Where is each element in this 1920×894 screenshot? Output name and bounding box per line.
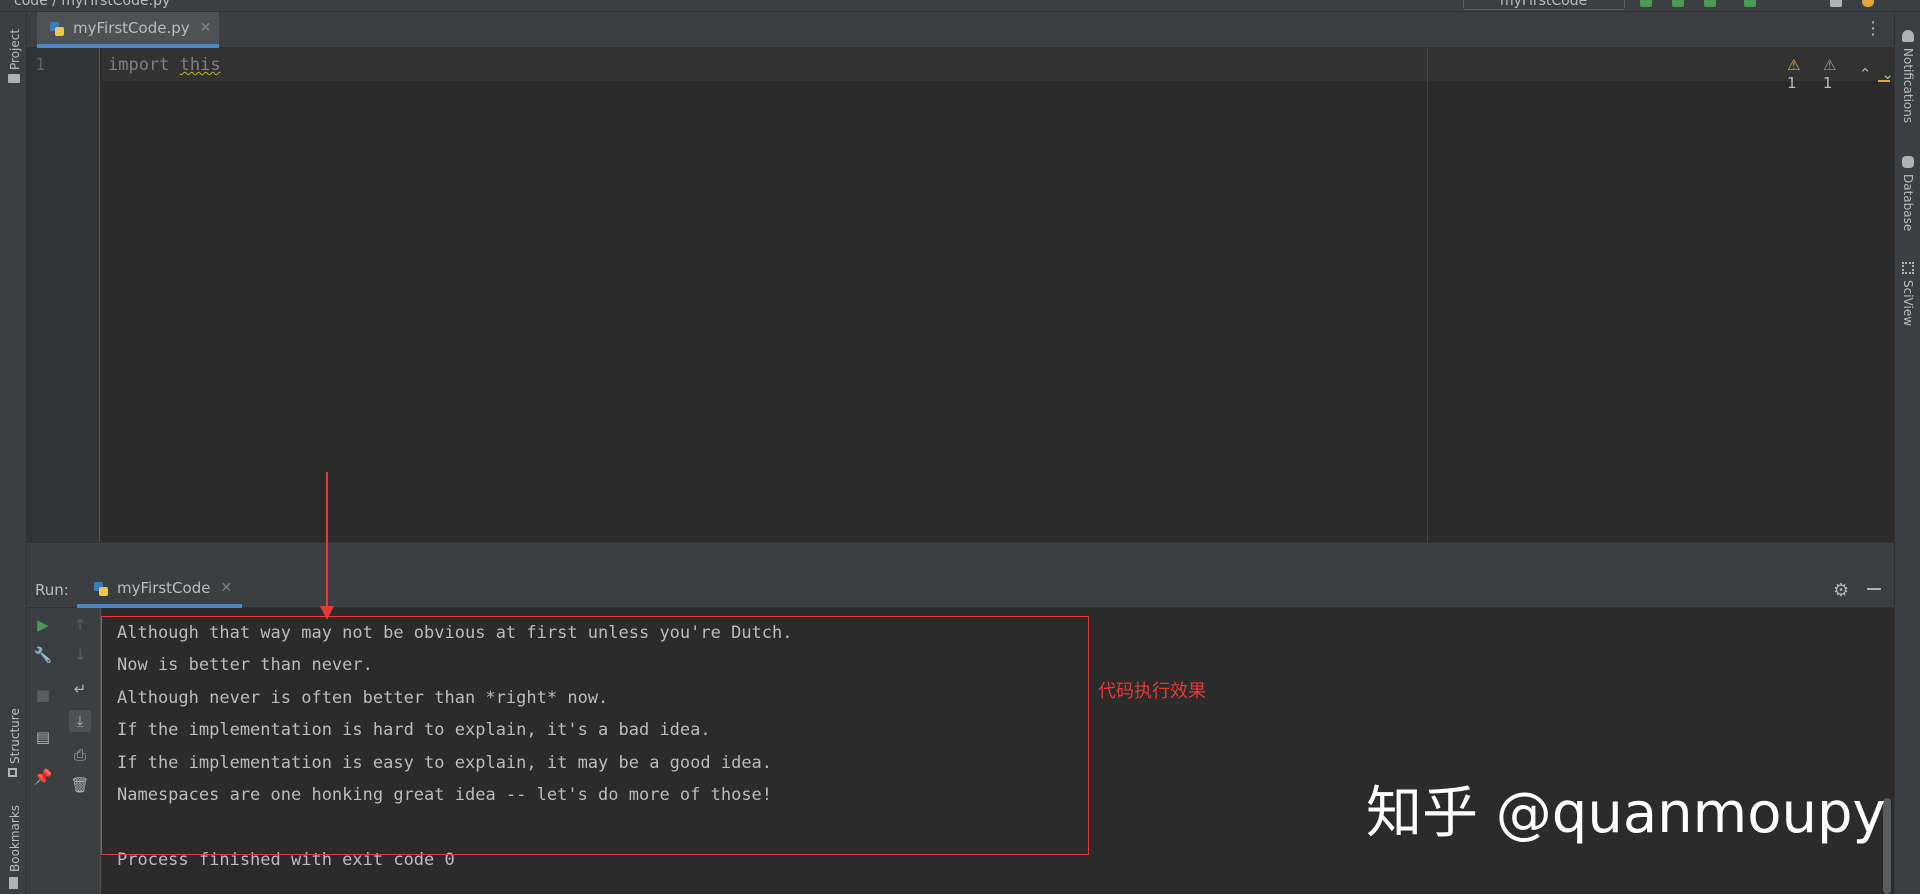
warnings-indicator[interactable]: ⚠ 1 [1787,56,1813,92]
run-config-label: myFirstCode [1500,0,1588,9]
database-tool-button[interactable]: Database [1901,174,1915,231]
notifications-tool-button[interactable]: Notifications [1901,48,1915,123]
top-navigation-bar: code / myFirstCode.py myFirstCode [0,0,1920,12]
code-keyword: import [108,55,170,75]
print-icon[interactable]: ⎙ [69,744,91,766]
warning-icon: ⚠ [1787,56,1801,74]
breadcrumb-root[interactable]: code [14,0,48,9]
search-icon[interactable] [1830,0,1842,7]
annotation-label: 代码执行效果 [1098,681,1206,702]
python-icon [94,582,108,596]
close-icon[interactable]: ✕ [220,580,232,596]
grid-icon[interactable] [1902,262,1914,274]
tab-label: myFirstCode.py [73,19,190,37]
layout-icon[interactable]: ▤ [32,726,54,748]
current-line-highlight [101,48,1894,81]
coverage-icon[interactable] [1704,0,1716,7]
profile-icon[interactable] [1744,0,1756,7]
bookmark-icon[interactable] [9,877,18,889]
arrow-down-icon: ↓ [73,646,87,664]
structure-icon[interactable] [8,768,17,777]
run-toolbar-secondary: ↑ ↓ ↵ ⤓ ⎙ 🗑 [59,608,101,894]
weak-warnings-count: 1 [1822,74,1833,92]
folder-icon[interactable] [8,74,20,83]
run-tab-myfirstcode[interactable]: myFirstCode ✕ [77,572,243,608]
pin-icon[interactable]: 📌 [32,766,54,788]
line-number-gutter: 1 [27,48,100,542]
breadcrumb-file[interactable]: myFirstCode.py [61,0,170,9]
watermark: 知乎 @quanmoupy [1366,781,1886,846]
weak-warnings-indicator[interactable]: ⚠ 1 [1823,56,1849,92]
more-vertical-icon[interactable]: ⋮ [1864,20,1882,38]
run-configuration-selector[interactable]: myFirstCode [1463,0,1625,10]
right-tool-stripe: Notifications Database SciView [1894,12,1920,894]
code-editor[interactable]: 1 import this ⚠ 1 ⚠ 1 ⌃ ⌄ [27,48,1894,542]
annotation-arrow-shaft [326,472,328,614]
wrench-icon[interactable]: 🔧 [32,644,54,666]
sciview-tool-button[interactable]: SciView [1901,280,1915,326]
breadcrumb[interactable]: code / myFirstCode.py [14,0,170,9]
update-icon[interactable] [1862,0,1874,7]
annotation-highlight-box [101,616,1089,855]
debug-icon[interactable] [1672,0,1684,7]
warning-stripe-marker[interactable] [1878,80,1890,82]
python-file-icon [50,22,64,36]
annotation-arrow-head [320,606,334,620]
warnings-count: 1 [1787,74,1797,92]
structure-tool-button[interactable]: Structure [8,708,22,764]
close-icon[interactable]: ✕ [200,20,212,36]
scroll-to-end-icon[interactable]: ⤓ [69,710,91,732]
bookmarks-tool-button[interactable]: Bookmarks [8,805,22,872]
bell-icon[interactable] [1902,30,1914,42]
trash-icon[interactable]: 🗑 [69,774,91,796]
left-tool-stripe: Project Structure Bookmarks [0,12,27,894]
run-toolbar-primary: ▶ 🔧 ■ ▤ 📌 [27,608,59,894]
tab-myfirstcode-py[interactable]: myFirstCode.py ✕ [37,12,220,48]
stop-icon: ■ [35,686,51,704]
previous-highlight-icon[interactable]: ⌃ [1859,65,1872,83]
weak-warning-icon: ⚠ [1822,56,1837,74]
gear-icon[interactable]: ⚙ [1833,580,1849,601]
minimize-icon[interactable] [1867,588,1881,590]
run-panel-label: Run: [35,581,69,599]
code-identifier: this [179,55,221,75]
soft-wrap-icon[interactable]: ↵ [69,678,91,700]
console-scrollbar[interactable] [1881,608,1894,894]
play-icon[interactable]: ▶ [32,614,54,636]
inspection-widget[interactable]: ⚠ 1 ⚠ 1 ⌃ ⌄ [1787,56,1894,92]
arrow-up-icon: ↑ [73,616,87,634]
code-line[interactable]: import this [108,55,221,75]
project-tool-button[interactable]: Project [8,29,22,70]
run-panel-header: Run: myFirstCode ✕ ⚙ [27,572,1894,608]
database-icon[interactable] [1902,156,1914,168]
run-icon[interactable] [1640,0,1652,7]
run-tab-label: myFirstCode [117,579,211,597]
panel-splitter[interactable] [27,542,1894,572]
editor-tab-bar: myFirstCode.py ✕ ⋮ [27,12,1894,48]
line-number: 1 [35,55,46,75]
right-margin-guide [1427,48,1428,542]
